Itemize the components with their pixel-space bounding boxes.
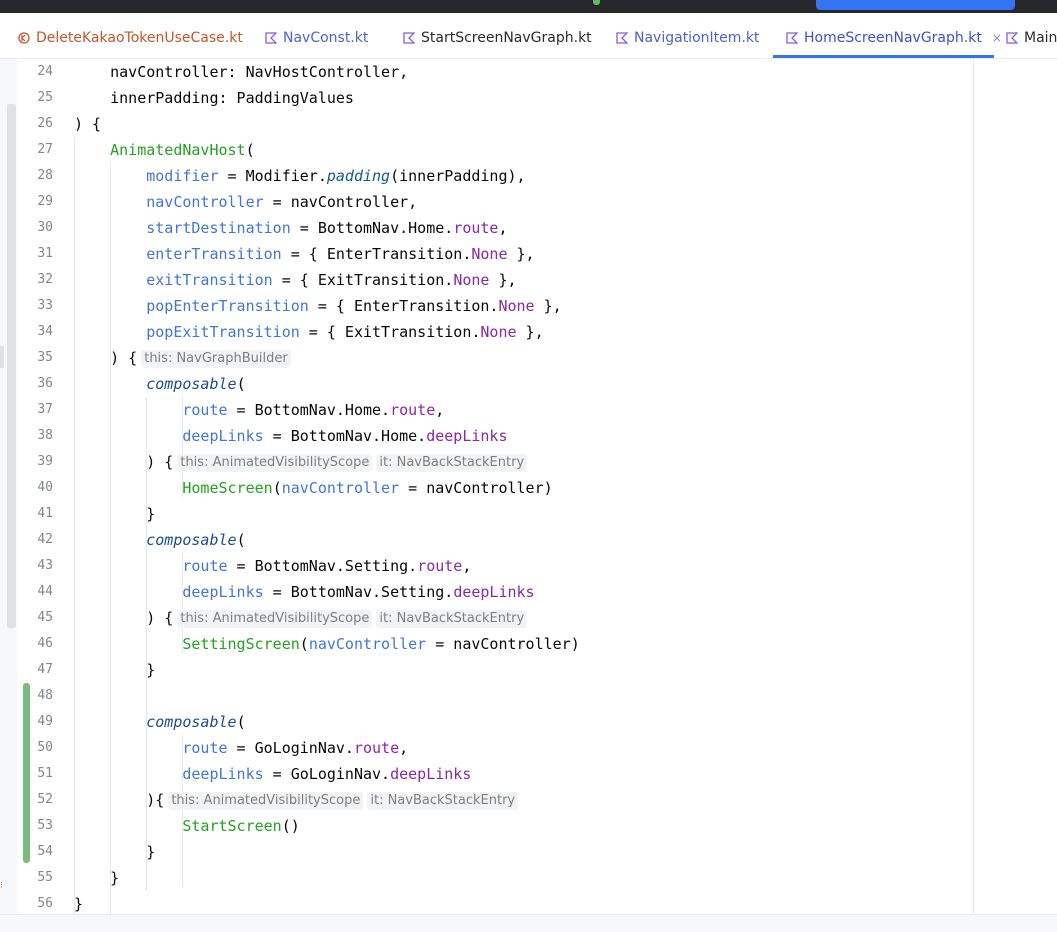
line-number[interactable]: 24: [17, 59, 53, 85]
kotlin-file-icon: [403, 32, 415, 44]
warning-marker-icon: ⁝: [0, 881, 3, 891]
code-line-26: ) {: [74, 115, 102, 133]
tab-label: StartScreenNavGraph.kt: [421, 30, 592, 46]
line-number[interactable]: 28: [17, 163, 53, 189]
kotlin-file-icon: [265, 32, 277, 44]
tab-nav-const[interactable]: NavConst.kt: [265, 26, 368, 50]
line-number[interactable]: 34: [17, 319, 53, 345]
code-line-42: composable(: [146, 531, 246, 549]
code-line-30: startDestination = BottomNav.Home.route,: [146, 219, 508, 237]
code-line-35: ) {this: NavGraphBuilder: [74, 345, 291, 371]
code-line-37: route = BottomNav.Home.route,: [182, 401, 445, 419]
tab-close-icon[interactable]: ×: [992, 31, 1002, 45]
code-line-44: deepLinks = BottomNav.Setting.deepLinks: [182, 583, 535, 601]
code-line-43: route = BottomNav.Setting.route,: [182, 557, 472, 575]
code-line-51: deepLinks = GoLoginNav.deepLinks: [182, 765, 472, 783]
inlay-hint: this: AnimatedVisibilityScope: [168, 792, 364, 810]
code-line-52: ){this: AnimatedVisibilityScope it: NavBa…: [74, 787, 519, 813]
line-number[interactable]: 32: [17, 267, 53, 293]
code-line-25: innerPadding: PaddingValues: [74, 89, 354, 107]
code-line-39: ) {this: AnimatedVisibilityScope it: NavB…: [74, 449, 528, 475]
code-line-54: }: [146, 843, 156, 861]
line-number[interactable]: 47: [17, 657, 53, 683]
code-line-45: ) {this: AnimatedVisibilityScope it: NavB…: [74, 605, 528, 631]
code-line-28: modifier = Modifier.padding(innerPadding…: [146, 167, 526, 185]
line-number[interactable]: 37: [17, 397, 53, 423]
tab-start-screen-nav-graph[interactable]: StartScreenNavGraph.kt: [403, 26, 592, 50]
code-line-32: exitTransition = { ExitTransition.None }…: [146, 271, 517, 289]
inlay-hint: it: NavBackStackEntry: [367, 792, 519, 810]
line-number[interactable]: 41: [17, 501, 53, 527]
tab-main-screen[interactable]: MainS: [1006, 26, 1057, 50]
tab-label: HomeScreenNavGraph.kt: [804, 30, 982, 46]
code-line-50: route = GoLoginNav.route,: [182, 739, 409, 757]
vcs-added-lines-marker[interactable]: [23, 683, 30, 863]
inlay-hint: this: AnimatedVisibilityScope: [177, 610, 373, 628]
line-number[interactable]: 42: [17, 527, 53, 553]
line-number[interactable]: 29: [17, 189, 53, 215]
line-number[interactable]: 27: [17, 137, 53, 163]
line-number[interactable]: 43: [17, 553, 53, 579]
line-number[interactable]: 36: [17, 371, 53, 397]
right-margin-guide: [973, 59, 974, 919]
inlay-hint: this: AnimatedVisibilityScope: [177, 454, 373, 472]
code-line-55: }: [110, 869, 120, 887]
tab-home-screen-nav-graph[interactable]: HomeScreenNavGraph.kt ×: [786, 26, 1002, 50]
line-number[interactable]: 55: [17, 865, 53, 891]
code-line-47: }: [146, 661, 156, 679]
code-line-53: StartScreen(): [182, 817, 300, 835]
code-line-33: popEnterTransition = { EnterTransition.N…: [146, 297, 562, 315]
line-number[interactable]: 38: [17, 423, 53, 449]
vcs-status-dot: [593, 0, 600, 5]
function-call: AnimatedNavHost: [110, 141, 246, 159]
kotlin-class-warning-icon: [18, 32, 30, 44]
line-number[interactable]: 39: [17, 449, 53, 475]
code-line-41: }: [146, 505, 156, 523]
tab-label: DeleteKakaoTokenUseCase.kt: [36, 30, 243, 46]
editor-tab-bar: DeleteKakaoTokenUseCase.kt NavConst.kt S…: [0, 13, 1057, 59]
code-editor[interactable]: navController: NavHostController, innerP…: [65, 59, 973, 919]
title-bar: [0, 0, 1057, 13]
tab-delete-kakao-token-use-case[interactable]: DeleteKakaoTokenUseCase.kt: [18, 26, 243, 50]
line-number[interactable]: 26: [17, 111, 53, 137]
code-line-40: HomeScreen(navController = navController…: [182, 479, 553, 497]
kotlin-file-icon: [786, 32, 798, 44]
line-number[interactable]: 25: [17, 85, 53, 111]
inlay-hint: this: NavGraphBuilder: [141, 350, 291, 368]
run-configuration-button[interactable]: [816, 0, 1015, 10]
code-line-34: popExitTransition = { ExitTransition.Non…: [146, 323, 544, 341]
code-line-31: enterTransition = { EnterTransition.None…: [146, 245, 535, 263]
left-strip-marker: [0, 346, 4, 368]
kotlin-file-icon: [1006, 32, 1018, 44]
code-line-46: SettingScreen(navController = navControl…: [182, 635, 580, 653]
code-line-24: navController: NavHostController,: [74, 63, 409, 81]
left-scroll-thumb[interactable]: [7, 104, 16, 628]
tab-label: NavConst.kt: [283, 30, 369, 46]
tab-label: NavigationItem.kt: [634, 30, 760, 46]
code-line-38: deepLinks = BottomNav.Home.deepLinks: [182, 427, 508, 445]
tab-navigation-item[interactable]: NavigationItem.kt: [616, 26, 759, 50]
kotlin-file-icon: [616, 32, 628, 44]
active-tab-indicator: [773, 55, 994, 58]
line-number[interactable]: 44: [17, 579, 53, 605]
line-number[interactable]: 45: [17, 605, 53, 631]
line-number[interactable]: 40: [17, 475, 53, 501]
code-line-29: navController = navController,: [146, 193, 418, 211]
line-number[interactable]: 30: [17, 215, 53, 241]
inlay-hint: it: NavBackStackEntry: [376, 454, 528, 472]
code-line-36: composable(: [146, 375, 246, 393]
code-line-49: composable(: [146, 713, 246, 731]
status-bar: [0, 914, 1057, 932]
line-number[interactable]: 31: [17, 241, 53, 267]
line-number[interactable]: 46: [17, 631, 53, 657]
line-number[interactable]: 35: [17, 345, 53, 371]
line-number[interactable]: 33: [17, 293, 53, 319]
tab-label: MainS: [1024, 30, 1057, 46]
inlay-hint: it: NavBackStackEntry: [376, 610, 528, 628]
code-line-27: AnimatedNavHost(: [110, 141, 255, 159]
